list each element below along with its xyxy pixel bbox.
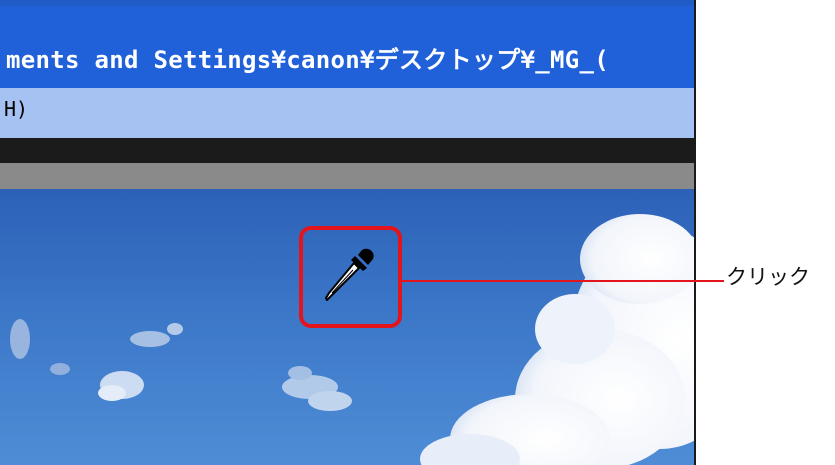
callout-label: クリック: [726, 265, 810, 289]
title-bar: ments and Settings¥canon¥デスクトップ¥_MG_(: [0, 0, 694, 88]
large-cloud: [420, 214, 694, 465]
menu-item-help[interactable]: H): [4, 97, 28, 121]
menu-bar: H): [0, 88, 694, 138]
callout-line: [402, 280, 724, 282]
small-clouds: [10, 319, 352, 411]
window-title: ments and Settings¥canon¥デスクトップ¥_MG_(: [6, 46, 610, 74]
toolbar-strip: [0, 138, 694, 163]
click-highlight: [299, 226, 402, 328]
ruler-strip: [0, 163, 694, 189]
